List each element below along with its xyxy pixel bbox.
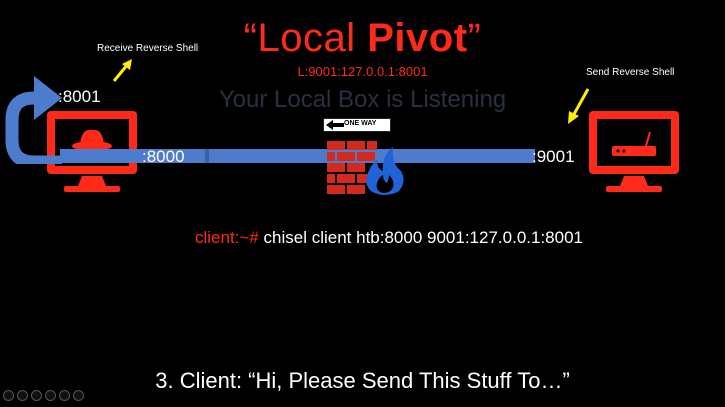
router-monitor-icon — [589, 111, 679, 192]
tunnel-bar — [60, 149, 535, 163]
pen-tool-icon[interactable] — [31, 390, 42, 401]
receive-arrow-icon — [112, 59, 132, 82]
all-slides-icon[interactable] — [45, 390, 56, 401]
receive-shell-label: Receive Reverse Shell — [97, 43, 199, 54]
port-8000-label: :8000 — [142, 147, 185, 166]
send-shell-label: Send Reverse Shell — [586, 67, 675, 78]
one-way-sign-icon: ONE WAY — [323, 118, 391, 132]
more-options-icon[interactable] — [73, 390, 84, 401]
prev-slide-icon[interactable] — [3, 390, 14, 401]
zoom-icon[interactable] — [59, 390, 70, 401]
one-way-arrow-icon — [326, 120, 344, 130]
command-prompt: client:~# — [195, 228, 259, 247]
slide-title: “Local Pivot” — [243, 16, 482, 60]
slide-canvas: “Local Pivot” L:9001:127.0.0.1:8001 Your… — [0, 0, 725, 407]
chisel-command: client:~# chisel client htb:8000 9001:12… — [195, 228, 583, 248]
command-text: chisel client htb:8000 9001:127.0.0.1:80… — [258, 228, 583, 247]
step-caption: 3. Client: “Hi, Please Send This Stuff T… — [155, 368, 570, 393]
one-way-sign-text: ONE WAY — [344, 120, 377, 127]
next-slide-icon[interactable] — [17, 390, 28, 401]
firewall-icon — [327, 141, 404, 195]
port-8001-label: :8001 — [58, 87, 101, 106]
curved-arrow-icon — [5, 76, 62, 164]
port-9001-label: :9001 — [532, 147, 575, 166]
tunnel-divider — [205, 149, 209, 163]
